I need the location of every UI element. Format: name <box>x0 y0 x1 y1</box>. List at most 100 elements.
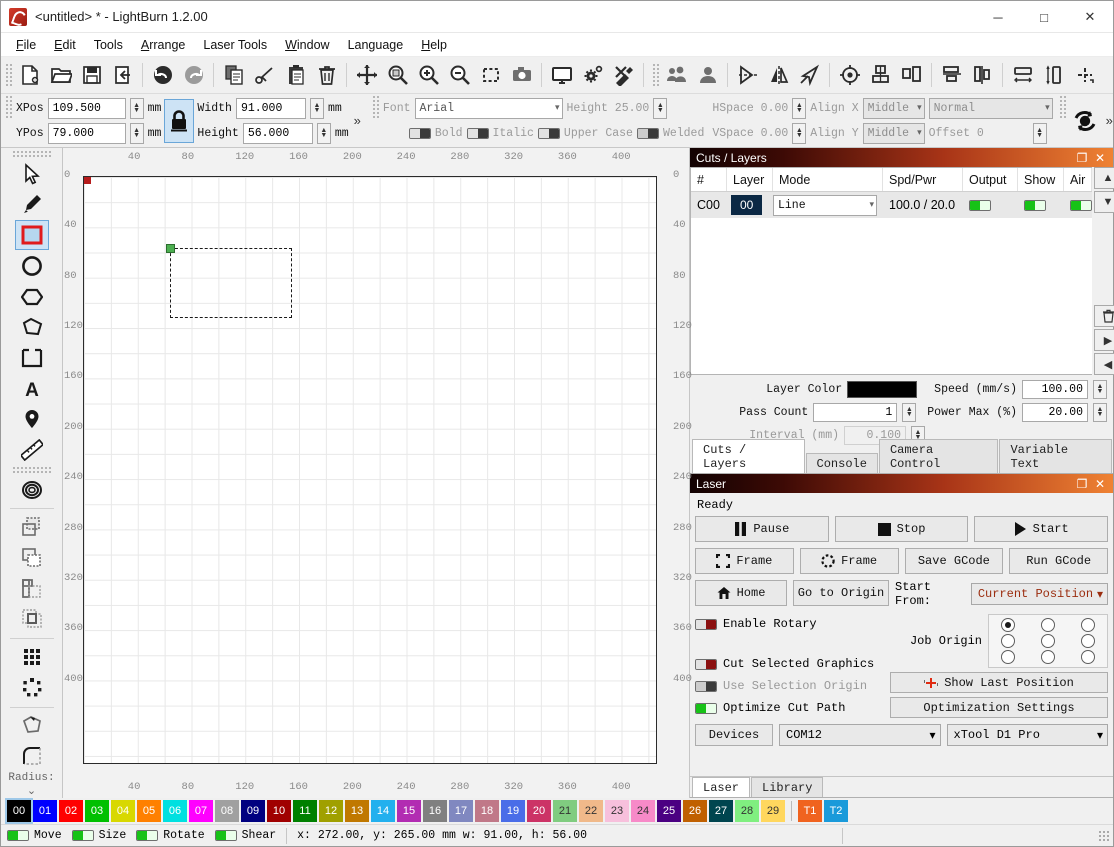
hspace-spinner[interactable]: ▲ ▼ <box>792 97 807 119</box>
palette-swatch-05[interactable]: 05 <box>137 800 161 822</box>
lock-aspect-ratio-button[interactable] <box>164 98 195 143</box>
use-selection-origin-row[interactable]: Use Selection Origin <box>695 679 882 693</box>
export-icon[interactable] <box>107 60 138 91</box>
palette-swatch-03[interactable]: 03 <box>85 800 109 822</box>
zoom-in-icon[interactable] <box>413 60 444 91</box>
align-y-select[interactable]: Middle ▾ <box>862 122 925 144</box>
cut-selected-graphics-row[interactable]: Cut Selected Graphics <box>695 657 882 671</box>
machine-settings-icon[interactable] <box>608 60 639 91</box>
height-spinner[interactable]: ▲ ▼ <box>316 122 331 144</box>
fillet-radius-tool[interactable] <box>15 741 49 771</box>
rotate-toggle-item[interactable]: Rotate <box>136 829 205 842</box>
palette-swatch-06[interactable]: 06 <box>163 800 187 822</box>
palette-swatch-02[interactable]: 02 <box>59 800 83 822</box>
pan-icon[interactable] <box>351 60 382 91</box>
cut-icon[interactable] <box>249 60 280 91</box>
use-selection-origin-toggle[interactable] <box>695 680 717 692</box>
optimization-settings-button[interactable]: Optimization Settings <box>890 697 1108 718</box>
rotate-icon[interactable] <box>1070 105 1101 136</box>
palette-swatch-11[interactable]: 11 <box>293 800 317 822</box>
boolean-subtract-tool[interactable] <box>15 543 49 573</box>
move-layer-down-button[interactable]: ▼ <box>1094 191 1114 213</box>
device-settings-icon[interactable] <box>577 60 608 91</box>
align-x-select[interactable]: Middle ▾ <box>862 97 925 119</box>
boolean-intersect-tool[interactable] <box>15 574 49 604</box>
uppercase-toggle[interactable] <box>537 127 560 139</box>
align-rows-icon[interactable] <box>936 60 967 91</box>
palette-swatch-08[interactable]: 08 <box>215 800 239 822</box>
grid-array-tool[interactable] <box>15 642 49 672</box>
menu-arrange[interactable]: Arrange <box>132 36 194 54</box>
pass-count-input[interactable]: 1 <box>813 402 898 422</box>
palette-swatch-14[interactable]: 14 <box>371 800 395 822</box>
ellipse-tool[interactable] <box>15 251 49 281</box>
font-select[interactable]: Arial ▾ <box>414 97 563 119</box>
palette-swatch-21[interactable]: 21 <box>553 800 577 822</box>
text-shape-select[interactable]: Normal ▾ <box>928 97 1053 119</box>
resize-grip[interactable] <box>1097 829 1110 842</box>
table-row[interactable]: C00 00 Line ▾ 100.0 / 20.0 <box>691 192 1092 218</box>
draw-polygon-tool[interactable] <box>15 312 49 342</box>
menu-laser-tools[interactable]: Laser Tools <box>194 36 276 54</box>
vspace-spinner[interactable]: ▲ ▼ <box>792 122 807 144</box>
edit-nodes-tool[interactable] <box>15 711 49 741</box>
move-to-origin-icon[interactable] <box>1069 60 1100 91</box>
zoom-fit-icon[interactable] <box>382 60 413 91</box>
power-max-spinner[interactable]: ▲ ▼ <box>1093 402 1107 422</box>
width-input[interactable]: 91.000 <box>235 97 306 119</box>
xpos-input[interactable]: 109.500 <box>47 97 126 119</box>
polygon-tool[interactable] <box>15 282 49 312</box>
selection-handle[interactable] <box>166 243 176 253</box>
tab-laser[interactable]: Laser <box>692 777 751 797</box>
left-toolbar-grip-2[interactable] <box>11 465 52 473</box>
port-select[interactable]: COM12 ▾ <box>779 724 941 746</box>
welded-toggle[interactable] <box>636 127 659 139</box>
delete-icon[interactable] <box>311 60 342 91</box>
job-origin-option-7[interactable] <box>1041 650 1055 664</box>
job-origin-option-0[interactable] <box>1001 618 1015 632</box>
draw-line-tool[interactable] <box>15 189 49 219</box>
close-button[interactable]: ✕ <box>1067 1 1113 33</box>
move-toggle[interactable] <box>7 830 29 841</box>
text-height-spinner[interactable]: ▲ ▼ <box>653 97 668 119</box>
speed-spinner[interactable]: ▲ ▼ <box>1093 379 1107 399</box>
offset-shapes-tool[interactable] <box>15 475 49 505</box>
tab-library[interactable]: Library <box>751 777 824 797</box>
job-origin-option-4[interactable] <box>1041 634 1055 648</box>
devices-button[interactable]: Devices <box>695 724 773 746</box>
properties-grip[interactable] <box>4 94 12 120</box>
palette-swatch-00[interactable]: 00 <box>5 798 33 824</box>
palette-swatch-20[interactable]: 20 <box>527 800 551 822</box>
text-properties-grip[interactable] <box>370 94 379 120</box>
pass-count-spinner[interactable]: ▲ ▼ <box>902 402 917 422</box>
palette-swatch-29[interactable]: 29 <box>761 800 785 822</box>
align-columns-icon[interactable] <box>967 60 998 91</box>
job-origin-option-6[interactable] <box>1001 650 1015 664</box>
move-toggle-item[interactable]: Move <box>7 829 62 842</box>
bold-toggle[interactable] <box>408 127 431 139</box>
layer-prev-button[interactable]: ◀ <box>1094 353 1114 375</box>
rotate-toggle[interactable] <box>136 830 159 841</box>
palette-swatch-10[interactable]: 10 <box>267 800 291 822</box>
job-origin-option-1[interactable] <box>1041 618 1055 632</box>
camera-icon[interactable] <box>506 60 537 91</box>
align-center-icon[interactable] <box>834 60 865 91</box>
palette-swatch-27[interactable]: 27 <box>709 800 733 822</box>
palette-swatch-13[interactable]: 13 <box>345 800 369 822</box>
row-show-toggle[interactable] <box>1024 199 1046 211</box>
job-origin-option-2[interactable] <box>1081 618 1095 632</box>
job-origin-option-5[interactable] <box>1081 634 1095 648</box>
palette-swatch-25[interactable]: 25 <box>657 800 681 822</box>
optimize-cut-path-toggle[interactable] <box>695 702 717 714</box>
pause-button[interactable]: Pause <box>695 516 829 542</box>
device-select[interactable]: xTool D1 Pro ▾ <box>946 724 1108 746</box>
flip-vertical-icon[interactable] <box>763 60 794 91</box>
ypos-spinner[interactable]: ▲ ▼ <box>129 122 144 144</box>
move-layer-up-button[interactable]: ▲ <box>1094 167 1114 189</box>
row-air-toggle[interactable] <box>1070 199 1092 211</box>
optimize-cut-path-row[interactable]: Optimize Cut Path <box>695 701 882 715</box>
job-origin-option-3[interactable] <box>1001 634 1015 648</box>
align-v-center-icon[interactable] <box>896 60 927 91</box>
palette-swatch-04[interactable]: 04 <box>111 800 135 822</box>
palette-swatch-28[interactable]: 28 <box>735 800 759 822</box>
